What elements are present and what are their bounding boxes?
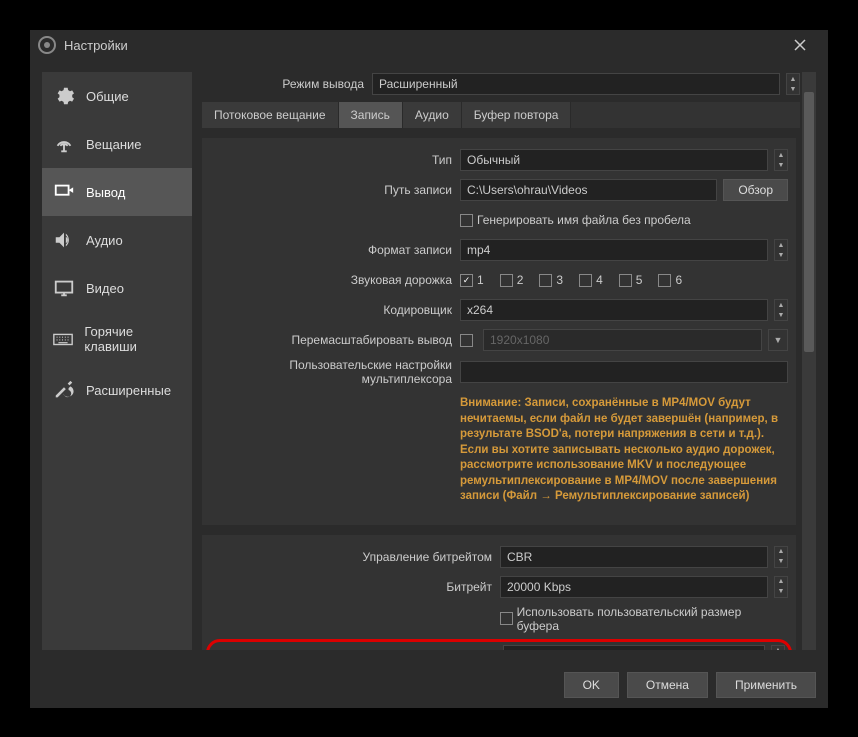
scrollbar-thumb[interactable] xyxy=(804,92,814,352)
track-2-check[interactable]: 2 xyxy=(500,273,524,287)
checkbox-icon xyxy=(579,274,592,287)
track-5-check[interactable]: 5 xyxy=(619,273,643,287)
path-label: Путь записи xyxy=(210,183,460,197)
type-arrows[interactable]: ▲▼ xyxy=(774,149,788,171)
rate-control-select[interactable]: CBR xyxy=(500,546,768,568)
muxer-label: Пользовательские настройки мультиплексор… xyxy=(210,358,460,386)
rescale-checkbox[interactable] xyxy=(460,334,473,347)
checkbox-icon xyxy=(619,274,632,287)
tracks-group: 1 2 3 4 5 6 xyxy=(460,273,788,287)
tools-icon xyxy=(52,378,76,402)
scrollbar[interactable] xyxy=(802,72,816,650)
tab-streaming[interactable]: Потоковое вещание xyxy=(202,102,339,128)
recording-section: Тип Обычный ▲▼ Путь записи C:\Users\ohra… xyxy=(202,138,796,525)
type-label: Тип xyxy=(210,153,460,167)
mp4-warning: Внимание: Записи, сохранённые в MP4/MOV … xyxy=(460,392,788,509)
window-title: Настройки xyxy=(64,38,128,53)
browse-button[interactable]: Обзор xyxy=(723,179,788,201)
tab-recording[interactable]: Запись xyxy=(339,102,403,128)
dialog-footer: OK Отмена Применить xyxy=(30,662,828,708)
app-icon xyxy=(38,36,56,54)
bitrate-spinner[interactable]: ▲▼ xyxy=(774,576,788,598)
checkbox-icon xyxy=(658,274,671,287)
track-3-check[interactable]: 3 xyxy=(539,273,563,287)
sidebar-item-label: Вещание xyxy=(86,137,142,152)
format-select[interactable]: mp4 xyxy=(460,239,768,261)
sidebar-item-output[interactable]: Вывод xyxy=(42,168,192,216)
track-4-check[interactable]: 4 xyxy=(579,273,603,287)
sidebar-item-hotkeys[interactable]: Горячие клавиши xyxy=(42,312,192,366)
sidebar-item-label: Расширенные xyxy=(86,383,171,398)
close-button[interactable] xyxy=(780,30,820,60)
broadcast-icon xyxy=(52,132,76,156)
rate-control-label: Управление битрейтом xyxy=(210,550,500,564)
tracks-label: Звуковая дорожка xyxy=(210,273,460,287)
keyframe-label: Интервал ключевых кадров (сек, 0=авто) xyxy=(213,649,503,650)
settings-window: Настройки Общие Вещание Вывод Аудио xyxy=(30,30,828,708)
path-field[interactable]: C:\Users\ohrau\Videos xyxy=(460,179,717,201)
output-icon xyxy=(52,180,76,204)
sidebar-item-general[interactable]: Общие xyxy=(42,72,192,120)
track-1-check[interactable]: 1 xyxy=(460,273,484,287)
checkbox-icon xyxy=(500,274,513,287)
sidebar-item-label: Общие xyxy=(86,89,129,104)
track-6-check[interactable]: 6 xyxy=(658,273,682,287)
cancel-button[interactable]: Отмена xyxy=(627,672,708,698)
gear-icon xyxy=(52,84,76,108)
rescale-label: Перемасштабировать вывод xyxy=(210,333,460,347)
tab-replay-buffer[interactable]: Буфер повтора xyxy=(462,102,572,128)
sidebar-item-stream[interactable]: Вещание xyxy=(42,120,192,168)
ok-button[interactable]: OK xyxy=(564,672,619,698)
video-icon xyxy=(52,276,76,300)
keyframe-spinner[interactable]: ▲▼ xyxy=(771,645,785,650)
sidebar-item-label: Вывод xyxy=(86,185,125,200)
sidebar-item-advanced[interactable]: Расширенные xyxy=(42,366,192,414)
encoder-section: Управление битрейтом CBR ▲▼ Битрейт 2000… xyxy=(202,535,796,650)
sidebar-item-label: Горячие клавиши xyxy=(84,324,182,354)
checkbox-icon xyxy=(539,274,552,287)
output-mode-select[interactable]: Расширенный xyxy=(372,73,780,95)
rate-control-arrows[interactable]: ▲▼ xyxy=(774,546,788,568)
tab-audio[interactable]: Аудио xyxy=(403,102,462,128)
dialog-body: Общие Вещание Вывод Аудио Видео Горячие … xyxy=(30,60,828,662)
keyframe-highlight: Интервал ключевых кадров (сек, 0=авто) 2… xyxy=(206,639,792,650)
sidebar-item-audio[interactable]: Аудио xyxy=(42,216,192,264)
output-tabs: Потоковое вещание Запись Аудио Буфер пов… xyxy=(202,102,800,128)
bitrate-field[interactable]: 20000 Kbps xyxy=(500,576,768,598)
checkbox-icon xyxy=(460,274,473,287)
encoder-label: Кодировщик xyxy=(210,303,460,317)
type-select[interactable]: Обычный xyxy=(460,149,768,171)
bitrate-label: Битрейт xyxy=(210,580,500,594)
sidebar-item-video[interactable]: Видео xyxy=(42,264,192,312)
sidebar-item-label: Видео xyxy=(86,281,124,296)
rescale-field: 1920x1080 xyxy=(483,329,762,351)
close-icon xyxy=(794,39,806,51)
sidebar-item-label: Аудио xyxy=(86,233,123,248)
content-area: Режим вывода Расширенный ▲▼ Потоковое ве… xyxy=(202,72,800,650)
titlebar: Настройки xyxy=(30,30,828,60)
custom-buffer-check[interactable]: Использовать пользовательский размер буф… xyxy=(500,605,778,633)
muxer-field[interactable] xyxy=(460,361,788,383)
sidebar: Общие Вещание Вывод Аудио Видео Горячие … xyxy=(42,72,192,650)
output-mode-arrows[interactable]: ▲▼ xyxy=(786,73,800,95)
keyframe-field[interactable]: 2 xyxy=(503,645,765,650)
keyboard-icon xyxy=(52,327,74,351)
gen-filename-check[interactable]: Генерировать имя файла без пробела xyxy=(460,213,691,227)
format-arrows[interactable]: ▲▼ xyxy=(774,239,788,261)
apply-button[interactable]: Применить xyxy=(716,672,816,698)
checkbox-icon xyxy=(460,214,473,227)
format-label: Формат записи xyxy=(210,243,460,257)
encoder-select[interactable]: x264 xyxy=(460,299,768,321)
checkbox-icon xyxy=(500,612,513,625)
encoder-arrows[interactable]: ▲▼ xyxy=(774,299,788,321)
rescale-dropdown[interactable]: ▼ xyxy=(768,329,788,351)
output-mode-label: Режим вывода xyxy=(202,77,372,91)
audio-icon xyxy=(52,228,76,252)
